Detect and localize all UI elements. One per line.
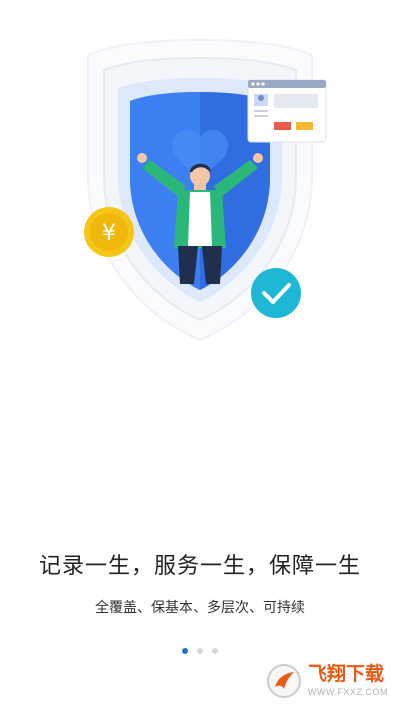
profile-card xyxy=(247,79,327,143)
page-dot-3[interactable] xyxy=(212,648,218,654)
page-dot-2[interactable] xyxy=(197,648,203,654)
onboarding-headline: 记录一生，服务一生，保障一生 xyxy=(38,554,361,579)
watermark-url: WWW.FXXZ.COM xyxy=(308,687,388,697)
watermark: 飞翔下载 WWW.FXXZ.COM xyxy=(262,660,392,702)
svg-text:¥: ¥ xyxy=(102,221,116,246)
page-indicator xyxy=(0,648,400,654)
watermark-brand: 飞翔下载 xyxy=(308,663,385,685)
coin-icon: ¥ xyxy=(84,207,134,257)
check-badge-icon xyxy=(251,268,301,318)
hero-illustration: ¥ xyxy=(0,0,400,380)
shield-illustration: ¥ xyxy=(84,38,327,342)
watermark-logo-icon xyxy=(267,664,301,698)
onboarding-subline: 全覆盖、保基本、多层次、可持续 xyxy=(95,600,305,616)
page-dot-1[interactable] xyxy=(182,648,188,654)
